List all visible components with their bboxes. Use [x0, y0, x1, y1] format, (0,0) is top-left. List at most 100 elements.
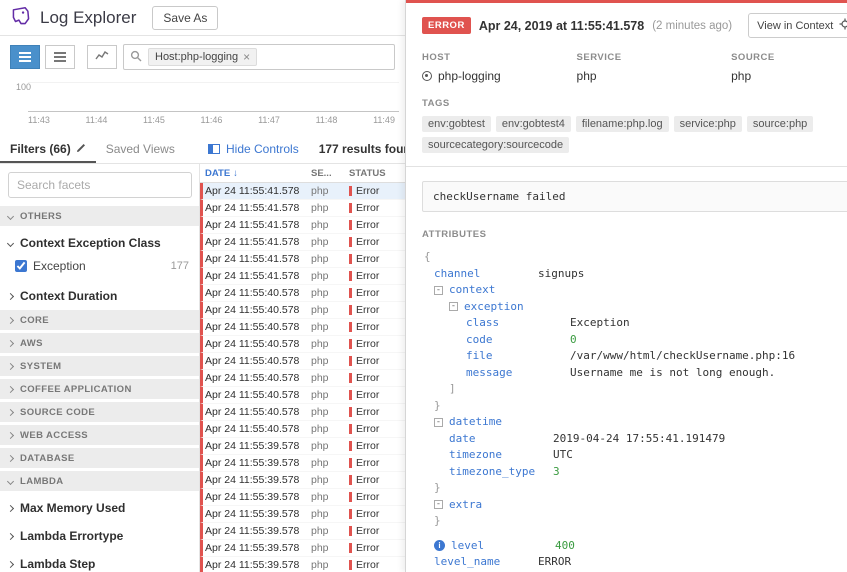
analytics-view-button[interactable] — [87, 45, 117, 69]
detail-view-button[interactable] — [45, 45, 75, 69]
log-row[interactable]: Apr 24 11:55:40.578 php Error — [200, 336, 405, 353]
log-row[interactable]: Apr 24 11:55:39.578 php Error — [200, 455, 405, 472]
collapse-icon[interactable]: - — [434, 417, 443, 427]
facet-group-header[interactable]: COFFEE APPLICATION — [0, 379, 199, 399]
facet-checkbox[interactable] — [15, 260, 27, 272]
log-row-service: php — [311, 559, 329, 571]
host-value[interactable]: php-logging — [438, 69, 501, 83]
collapse-icon[interactable]: - — [434, 500, 443, 510]
log-row[interactable]: Apr 24 11:55:40.578 php Error — [200, 353, 405, 370]
facet-item[interactable]: Context Exception Class — [0, 229, 199, 257]
log-row[interactable]: Apr 24 11:55:39.578 php Error — [200, 438, 405, 455]
datadog-logo-icon[interactable] — [10, 5, 32, 30]
facet-item[interactable]: Lambda Step — [0, 550, 199, 572]
attribute-key[interactable]: datetime — [449, 414, 545, 431]
x-axis-tick-label: 11:49 — [373, 115, 395, 125]
log-row-status: Error — [349, 304, 405, 316]
log-row[interactable]: Apr 24 11:55:40.578 php Error — [200, 302, 405, 319]
attribute-key[interactable]: exception — [464, 299, 560, 316]
attribute-key[interactable]: context — [449, 282, 545, 299]
attribute-key[interactable]: timezone_type — [449, 464, 545, 481]
attribute-key[interactable]: date — [449, 431, 545, 448]
log-row[interactable]: Apr 24 11:55:39.578 php Error — [200, 472, 405, 489]
facet-group-header[interactable]: OTHERS — [0, 206, 199, 226]
attribute-key[interactable]: message — [466, 365, 562, 382]
list-view-button[interactable] — [10, 45, 40, 69]
log-row-date: Apr 24 11:55:40.578 — [205, 389, 300, 401]
log-row[interactable]: Apr 24 11:55:40.578 php Error — [200, 285, 405, 302]
tag-pill[interactable]: env:gobtest — [422, 116, 491, 132]
view-in-context-button[interactable]: View in Context — [748, 13, 847, 38]
tag-pill[interactable]: sourcecategory:sourcecode — [422, 137, 570, 153]
facet-item[interactable]: Lambda Errortype — [0, 522, 199, 550]
edit-pencil-icon[interactable] — [76, 142, 86, 156]
log-row[interactable]: Apr 24 11:55:41.578 php Error — [200, 251, 405, 268]
log-row[interactable]: Apr 24 11:55:40.578 php Error — [200, 404, 405, 421]
facet-group-header[interactable]: SYSTEM — [0, 356, 199, 376]
facet-group-header[interactable]: AWS — [0, 333, 199, 353]
chevron-icon — [6, 339, 15, 347]
search-input[interactable]: Host:php-logging × — [123, 44, 395, 70]
search-filter-token[interactable]: Host:php-logging × — [148, 48, 258, 66]
tag-pill[interactable]: source:php — [746, 116, 814, 132]
token-close-icon[interactable]: × — [243, 50, 250, 64]
facet-item[interactable]: Max Memory Used — [0, 494, 199, 522]
service-section: SERVICE php — [577, 52, 732, 83]
log-row[interactable]: Apr 24 11:55:40.578 php Error — [200, 421, 405, 438]
log-row[interactable]: Apr 24 11:55:41.578 php Error — [200, 217, 405, 234]
log-row[interactable]: Apr 24 11:55:39.578 php Error — [200, 506, 405, 523]
collapse-icon[interactable]: - — [434, 285, 443, 295]
timeline-plot-area[interactable] — [28, 82, 399, 112]
log-row[interactable]: Apr 24 11:55:41.578 php Error — [200, 268, 405, 285]
log-row[interactable]: Apr 24 11:55:41.578 php Error — [200, 200, 405, 217]
attribute-key[interactable]: level — [451, 538, 547, 555]
source-value[interactable]: php — [731, 69, 751, 83]
tag-pill[interactable]: env:gobtest4 — [495, 116, 571, 132]
facet-item[interactable]: Context Duration — [0, 282, 199, 310]
column-header-status[interactable]: STATUS — [349, 168, 405, 179]
tab-filters[interactable]: Filters (66) — [0, 134, 96, 163]
attribute-key[interactable]: file — [466, 348, 562, 365]
log-row[interactable]: Apr 24 11:55:41.578 php Error — [200, 183, 405, 200]
attribute-line: { — [422, 249, 847, 266]
facet-group-header[interactable]: CORE — [0, 310, 199, 330]
attribute-key[interactable]: timezone — [449, 447, 545, 464]
column-header-date[interactable]: DATE ↓ — [205, 168, 311, 179]
log-row[interactable]: Apr 24 11:55:41.578 php Error — [200, 234, 405, 251]
attribute-key[interactable]: class — [466, 315, 562, 332]
attribute-key[interactable]: level_name — [434, 554, 530, 571]
log-row[interactable]: Apr 24 11:55:40.578 php Error — [200, 370, 405, 387]
tag-pill[interactable]: service:php — [673, 116, 742, 132]
facet-value-row[interactable]: Exception 177 — [0, 257, 199, 282]
attribute-key[interactable]: code — [466, 332, 562, 349]
attribute-key[interactable]: extra — [449, 497, 545, 514]
log-row[interactable]: Apr 24 11:55:39.578 php Error — [200, 540, 405, 557]
hide-controls-link[interactable]: Hide Controls — [200, 142, 307, 156]
facet-group-header[interactable]: LAMBDA — [0, 471, 199, 491]
log-row[interactable]: Apr 24 11:55:39.578 php Error — [200, 557, 405, 572]
log-row[interactable]: Apr 24 11:55:39.578 php Error — [200, 523, 405, 540]
log-row[interactable]: Apr 24 11:55:39.578 php Error — [200, 489, 405, 506]
save-as-button[interactable]: Save As — [152, 5, 219, 30]
attribute-key[interactable]: channel — [434, 266, 530, 283]
facet-group-header[interactable]: DATABASE — [0, 448, 199, 468]
facet-group-header[interactable]: WEB ACCESS — [0, 425, 199, 445]
attribute-value: Username me is not long enough. — [570, 365, 776, 379]
log-row-service: php — [311, 457, 329, 469]
log-row-date: Apr 24 11:55:39.578 — [205, 508, 300, 520]
log-row[interactable]: Apr 24 11:55:40.578 php Error — [200, 319, 405, 336]
log-row[interactable]: Apr 24 11:55:40.578 php Error — [200, 387, 405, 404]
tab-saved-views[interactable]: Saved Views — [96, 134, 185, 163]
status-bar-icon — [349, 407, 352, 417]
info-icon[interactable]: i — [434, 540, 445, 552]
status-bar-icon — [349, 441, 352, 451]
hide-controls-icon — [208, 143, 220, 154]
column-header-service[interactable]: SE... — [311, 168, 349, 179]
tag-pill[interactable]: filename:php.log — [575, 116, 669, 132]
facet-search-input[interactable] — [8, 172, 192, 198]
collapse-icon[interactable]: - — [449, 302, 458, 312]
log-row-service: php — [311, 321, 329, 333]
facet-group-header[interactable]: SOURCE CODE — [0, 402, 199, 422]
attribute-line: message Username me is not long enough. — [422, 365, 847, 382]
service-value[interactable]: php — [577, 69, 597, 83]
